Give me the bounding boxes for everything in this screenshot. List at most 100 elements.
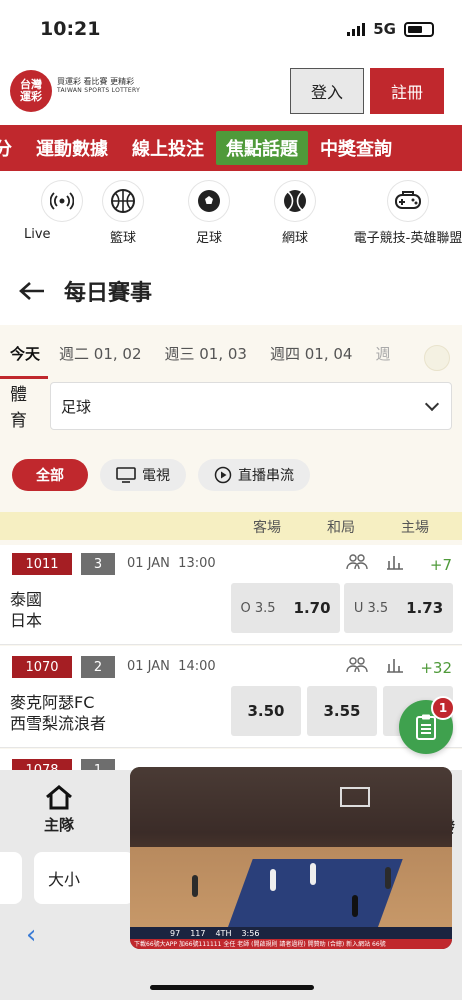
tv-icon xyxy=(116,467,136,483)
sport-label: 電子競技-英雄聯盟 xyxy=(353,231,462,246)
match-datetime: 01 JAN 13:00 xyxy=(127,556,216,571)
soccer-icon xyxy=(189,181,229,221)
filter-tv[interactable]: 電視 xyxy=(100,459,186,491)
tab-day-4[interactable]: 週四 01, 04 xyxy=(259,343,364,379)
status-time: 10:21 xyxy=(40,18,101,40)
match-code: 1011 xyxy=(12,553,72,575)
bet-slip-badge: 1 xyxy=(431,696,455,720)
odds-label: O 3.5 xyxy=(240,600,276,616)
stream-filters: 全部 電視 直播串流 xyxy=(12,459,310,491)
video-scoreboard: 97 117 4TH 3:56 xyxy=(130,927,452,939)
lineup-icon[interactable] xyxy=(346,656,368,678)
basketball-icon xyxy=(103,181,143,221)
tab-day-3[interactable]: 週三 01, 03 xyxy=(154,343,259,379)
tab-day-2[interactable]: 週二 01, 02 xyxy=(48,343,153,379)
filter-tv-label: 電視 xyxy=(142,468,170,484)
match-bet-count: 2 xyxy=(81,656,115,678)
sport-label: Live xyxy=(24,227,51,242)
calendar-toggle[interactable] xyxy=(424,345,450,371)
match-code: 1070 xyxy=(12,656,72,678)
lineup-icon[interactable] xyxy=(346,553,368,575)
main-nav: 分 運動數據 線上投注 焦點話題 中獎查詢 xyxy=(0,125,462,171)
sport-label: 足球 xyxy=(195,231,222,246)
video-ticker: 下載66號大APP 加66號111111 全任 老師 (開啟規則 請者過程) 開… xyxy=(130,939,452,949)
more-markets-link[interactable]: +32 xyxy=(420,659,452,677)
sport-label: 籃球 xyxy=(109,231,136,246)
col-home: 主場 xyxy=(401,520,429,536)
sport-basketball[interactable]: 籃球 xyxy=(80,181,166,251)
nav-item-sports-data[interactable]: 運動數據 xyxy=(24,135,120,161)
match-teams: 麥克阿瑟FC 西雪梨流浪者 xyxy=(10,692,106,734)
odds-draw[interactable]: 3.55 xyxy=(307,686,377,736)
team-home: 西雪梨流浪者 xyxy=(10,714,107,733)
back-chevron-icon[interactable]: ‹ xyxy=(26,920,36,950)
video-player-pip[interactable]: 97 117 4TH 3:56 下載66號大APP 加66號111111 全任 … xyxy=(130,767,452,949)
network-label: 5G xyxy=(373,20,396,38)
match-bet-count: 3 xyxy=(81,553,115,575)
register-button[interactable]: 註冊 xyxy=(370,68,444,114)
sport-select-value: 足球 xyxy=(61,398,92,416)
tab-day-5[interactable]: 週 xyxy=(364,343,402,379)
sport-soccer[interactable]: 足球 xyxy=(166,181,252,251)
game-period: 4TH xyxy=(215,928,232,938)
filter-stream[interactable]: 直播串流 xyxy=(198,459,310,491)
sport-select[interactable]: 足球 xyxy=(50,382,452,430)
sport-live[interactable]: Live xyxy=(0,181,82,251)
option-key-left[interactable] xyxy=(0,852,22,904)
back-arrow-icon[interactable] xyxy=(18,281,46,301)
team-away: 泰國 xyxy=(10,590,43,609)
score-away: 97 xyxy=(170,928,181,938)
col-draw: 和局 xyxy=(327,520,355,536)
sport-esports-lol[interactable]: 電子競技-英雄聯盟 xyxy=(338,181,462,251)
odds-over[interactable]: O 3.5 1.70 xyxy=(231,583,340,633)
day-tabs: 今天 週二 01, 02 週三 01, 03 週四 01, 04 週 xyxy=(0,343,462,379)
more-markets-link[interactable]: +7 xyxy=(430,556,452,574)
filter-all[interactable]: 全部 xyxy=(12,459,88,491)
live-icon xyxy=(42,181,82,221)
nav-item-score[interactable]: 分 xyxy=(0,135,24,161)
option-key-size[interactable]: 大小 xyxy=(34,852,134,904)
page-title: 每日賽事 xyxy=(64,281,153,306)
tab-today[interactable]: 今天 xyxy=(0,343,49,379)
team-home: 日本 xyxy=(10,611,43,630)
status-bar: 10:21 5G xyxy=(0,0,462,60)
nav-item-winning-check[interactable]: 中獎查詢 xyxy=(308,135,404,161)
home-indicator xyxy=(150,985,314,990)
match-row[interactable]: 1011 3 01 JAN 13:00 +7 泰國 日本 O 3.5 1.70 … xyxy=(0,545,462,645)
stats-icon[interactable] xyxy=(386,553,404,575)
chevron-down-icon xyxy=(424,396,440,412)
video-player-figure xyxy=(192,875,198,897)
home-team-label: 主隊 xyxy=(44,816,75,834)
odds-column-header: 客場 和局 主場 xyxy=(0,512,462,540)
site-header: 台灣 運彩 買運彩 看比賽 更精彩 TAIWAN SPORTS LOTTERY 登… xyxy=(0,60,462,125)
site-logo[interactable]: 台灣 運彩 xyxy=(10,70,52,112)
home-icon xyxy=(46,785,72,810)
status-indicators: 5G xyxy=(347,20,434,38)
video-hoop xyxy=(340,787,370,807)
sport-filter-label: 體育 xyxy=(10,385,27,431)
signal-icon xyxy=(347,22,366,36)
battery-icon xyxy=(404,21,434,37)
odds-away[interactable]: 3.50 xyxy=(231,686,301,736)
login-button[interactable]: 登入 xyxy=(290,68,364,114)
game-clock: 3:56 xyxy=(241,928,260,938)
video-player-figure xyxy=(270,869,276,891)
sport-categories: Live 籃球 足球 網球 電子競技-英雄聯盟 xyxy=(0,171,462,251)
match-datetime: 01 JAN 14:00 xyxy=(127,659,216,674)
odds-value: 1.70 xyxy=(293,599,331,617)
team-away: 麥克阿瑟FC xyxy=(10,693,95,712)
logo-tagline: 買運彩 看比賽 更精彩 TAIWAN SPORTS LOTTERY xyxy=(57,77,141,95)
sport-label: 網球 xyxy=(281,231,308,246)
video-player-figure xyxy=(310,863,316,885)
stats-icon[interactable] xyxy=(386,656,404,678)
gamepad-icon xyxy=(388,181,428,221)
nav-item-online-betting[interactable]: 線上投注 xyxy=(120,135,216,161)
page-title-bar: 每日賽事 xyxy=(0,251,462,331)
nav-item-focus-topics[interactable]: 焦點話題 xyxy=(216,131,308,165)
odds-under[interactable]: U 3.5 1.73 xyxy=(344,583,453,633)
app-screen: 10:21 5G 台灣 運彩 買運彩 看比賽 更精彩 TAIWAN SPORTS … xyxy=(0,0,462,1000)
play-circle-icon xyxy=(214,466,232,484)
sport-tennis[interactable]: 網球 xyxy=(252,181,338,251)
home-team-tab[interactable]: 主隊 xyxy=(44,784,74,835)
match-row[interactable]: 1070 2 01 JAN 14:00 +32 麥克阿瑟FC 西雪梨流浪者 3.… xyxy=(0,646,462,748)
